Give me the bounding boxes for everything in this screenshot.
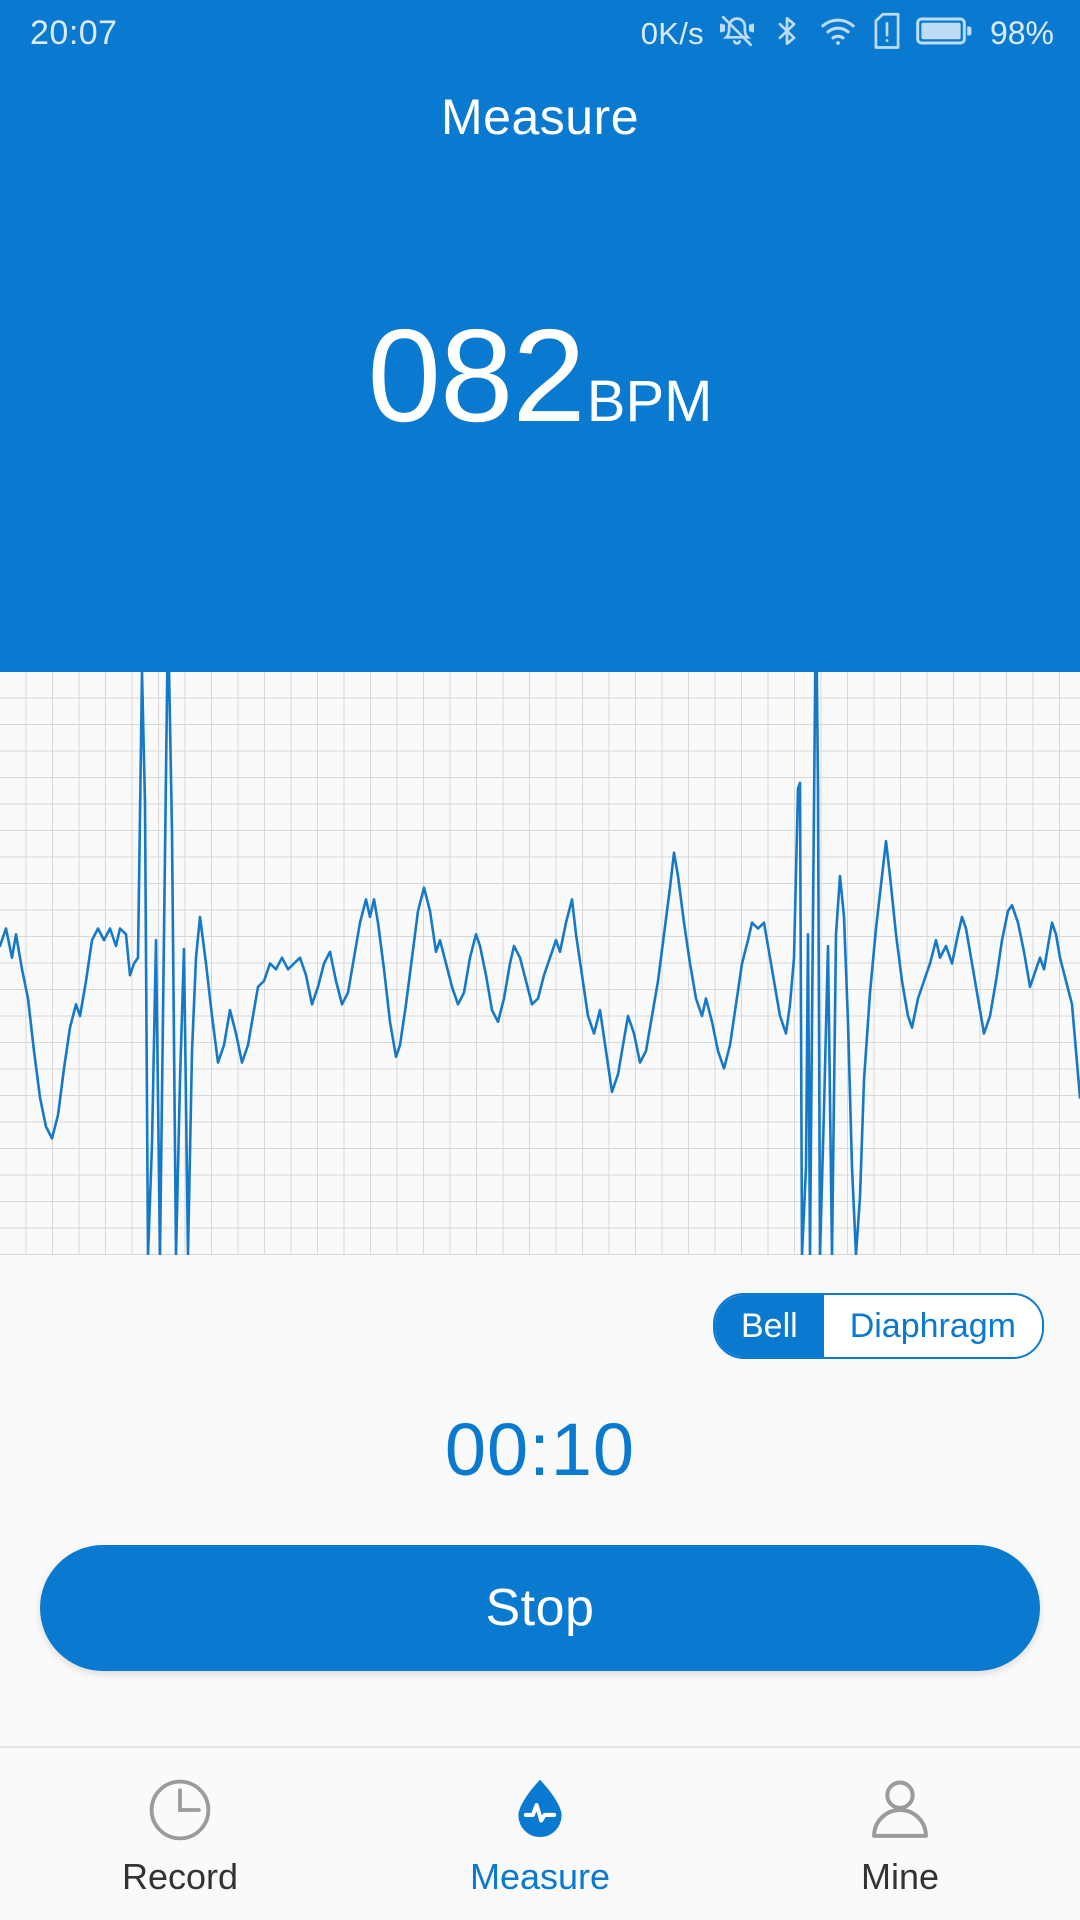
network-speed-label: 0K/s [640,15,704,51]
controls-panel: Bell Diaphragm 00:10 Stop Record Measure… [0,1255,1080,1920]
bpm-value: 082 [367,302,586,449]
mode-toggle[interactable]: Bell Diaphragm [712,1293,1044,1359]
page-title: Measure [440,89,640,145]
nav-label-measure: Measure [469,1856,611,1897]
elapsed-timer: 00:10 [444,1408,636,1491]
nav-item-mine[interactable]: Mine [720,1748,1080,1920]
sim-alert-icon [872,12,902,55]
ecg-chart [0,672,1080,1255]
status-bar: 20:07 0K/s 98% [0,0,1080,66]
bottom-navigation: Record Measure Mine [0,1746,1080,1920]
ecg-waveform [0,672,1080,1255]
mute-bell-icon [718,12,756,55]
mode-option-diaphragm[interactable]: Diaphragm [823,1295,1042,1357]
battery-icon [916,14,972,53]
stop-button[interactable]: Stop [40,1545,1040,1671]
waterdrop-pulse-icon [503,1773,577,1847]
mode-toggle-row: Bell Diaphragm [712,1293,1044,1359]
nav-item-record[interactable]: Record [0,1748,360,1920]
clock-icon [143,1773,217,1847]
person-icon [863,1773,937,1847]
bpm-readout: 082BPM [0,310,1080,442]
app-screen: 20:07 0K/s 98% Measure 082BPM Bell Diaph… [0,0,1080,1920]
bpm-unit: BPM [586,369,713,434]
header-panel: 20:07 0K/s 98% Measure 082BPM [0,0,1080,672]
battery-percent-label: 98% [989,15,1054,51]
nav-item-measure[interactable]: Measure [360,1748,720,1920]
status-bar-indicators: 0K/s 98% [641,12,1054,55]
wifi-icon [818,12,858,55]
nav-label-record: Record [121,1856,239,1897]
mode-option-bell[interactable]: Bell [714,1295,824,1357]
nav-label-mine: Mine [860,1856,940,1897]
bluetooth-icon [770,12,804,55]
status-bar-clock: 20:07 [30,14,118,52]
